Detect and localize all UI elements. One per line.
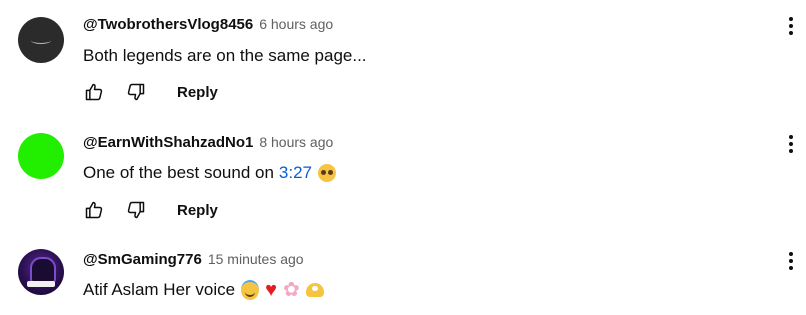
reply-button[interactable]: Reply <box>177 202 218 219</box>
comment-time[interactable]: 15 minutes ago <box>208 251 304 267</box>
comment-author[interactable]: @EarnWithShahzadNo1 <box>83 134 253 151</box>
comment-actions: Reply <box>83 198 218 222</box>
comment-actions: Reply <box>83 80 218 104</box>
like-button[interactable] <box>83 199 105 221</box>
comment-author[interactable]: @TwobrothersVlog8456 <box>83 16 253 33</box>
dislike-button[interactable] <box>125 81 147 103</box>
comment-text-body: Both legends are on the same page... <box>83 46 367 65</box>
thumbs-up-icon <box>85 83 103 101</box>
comment-text: One of the best sound on 3:27 <box>83 163 337 183</box>
comment-header: @SmGaming776 15 minutes ago <box>83 251 304 271</box>
comment-text-body: Atif Aslam Her voice <box>83 280 236 299</box>
comment-text-body: One of the best sound on <box>83 163 274 182</box>
cherry-blossom-emoji: ✿ <box>282 279 300 301</box>
comment-time[interactable]: 6 hours ago <box>259 16 333 32</box>
avatar-tag <box>27 281 55 287</box>
avatar[interactable] <box>18 133 64 179</box>
more-vertical-icon <box>789 135 793 153</box>
comment-text: Both legends are on the same page... <box>83 46 367 66</box>
timestamp-link[interactable]: 3:27 <box>279 163 312 183</box>
comment-header: @TwobrothersVlog8456 6 hours ago <box>83 16 333 36</box>
reply-button[interactable]: Reply <box>177 84 218 101</box>
dislike-button[interactable] <box>125 199 147 221</box>
comment-menu-button[interactable] <box>784 14 798 38</box>
thumbs-up-icon <box>85 201 103 219</box>
avatar[interactable] <box>18 17 64 63</box>
comment-menu-button[interactable] <box>784 132 798 156</box>
thumbs-down-icon <box>127 201 145 219</box>
avatar[interactable] <box>18 249 64 295</box>
comment-time[interactable]: 8 hours ago <box>259 134 333 150</box>
more-vertical-icon <box>789 252 793 270</box>
like-button[interactable] <box>83 81 105 103</box>
more-vertical-icon <box>789 17 793 35</box>
comment-menu-button[interactable] <box>784 249 798 273</box>
heart-hands-emoji <box>305 283 324 297</box>
thumbs-down-icon <box>127 83 145 101</box>
avatar-logo-mark <box>31 37 51 44</box>
comment-text: Atif Aslam Her voice ♥ ✿ <box>83 280 324 300</box>
smiling-face-with-halo-emoji <box>241 280 260 300</box>
comment-header: @EarnWithShahzadNo1 8 hours ago <box>83 134 333 154</box>
comments-section: @TwobrothersVlog8456 6 hours ago Both le… <box>0 0 806 315</box>
comment-author[interactable]: @SmGaming776 <box>83 251 202 268</box>
red-heart-emoji: ♥ <box>265 279 277 301</box>
pleading-face-emoji <box>318 164 337 182</box>
